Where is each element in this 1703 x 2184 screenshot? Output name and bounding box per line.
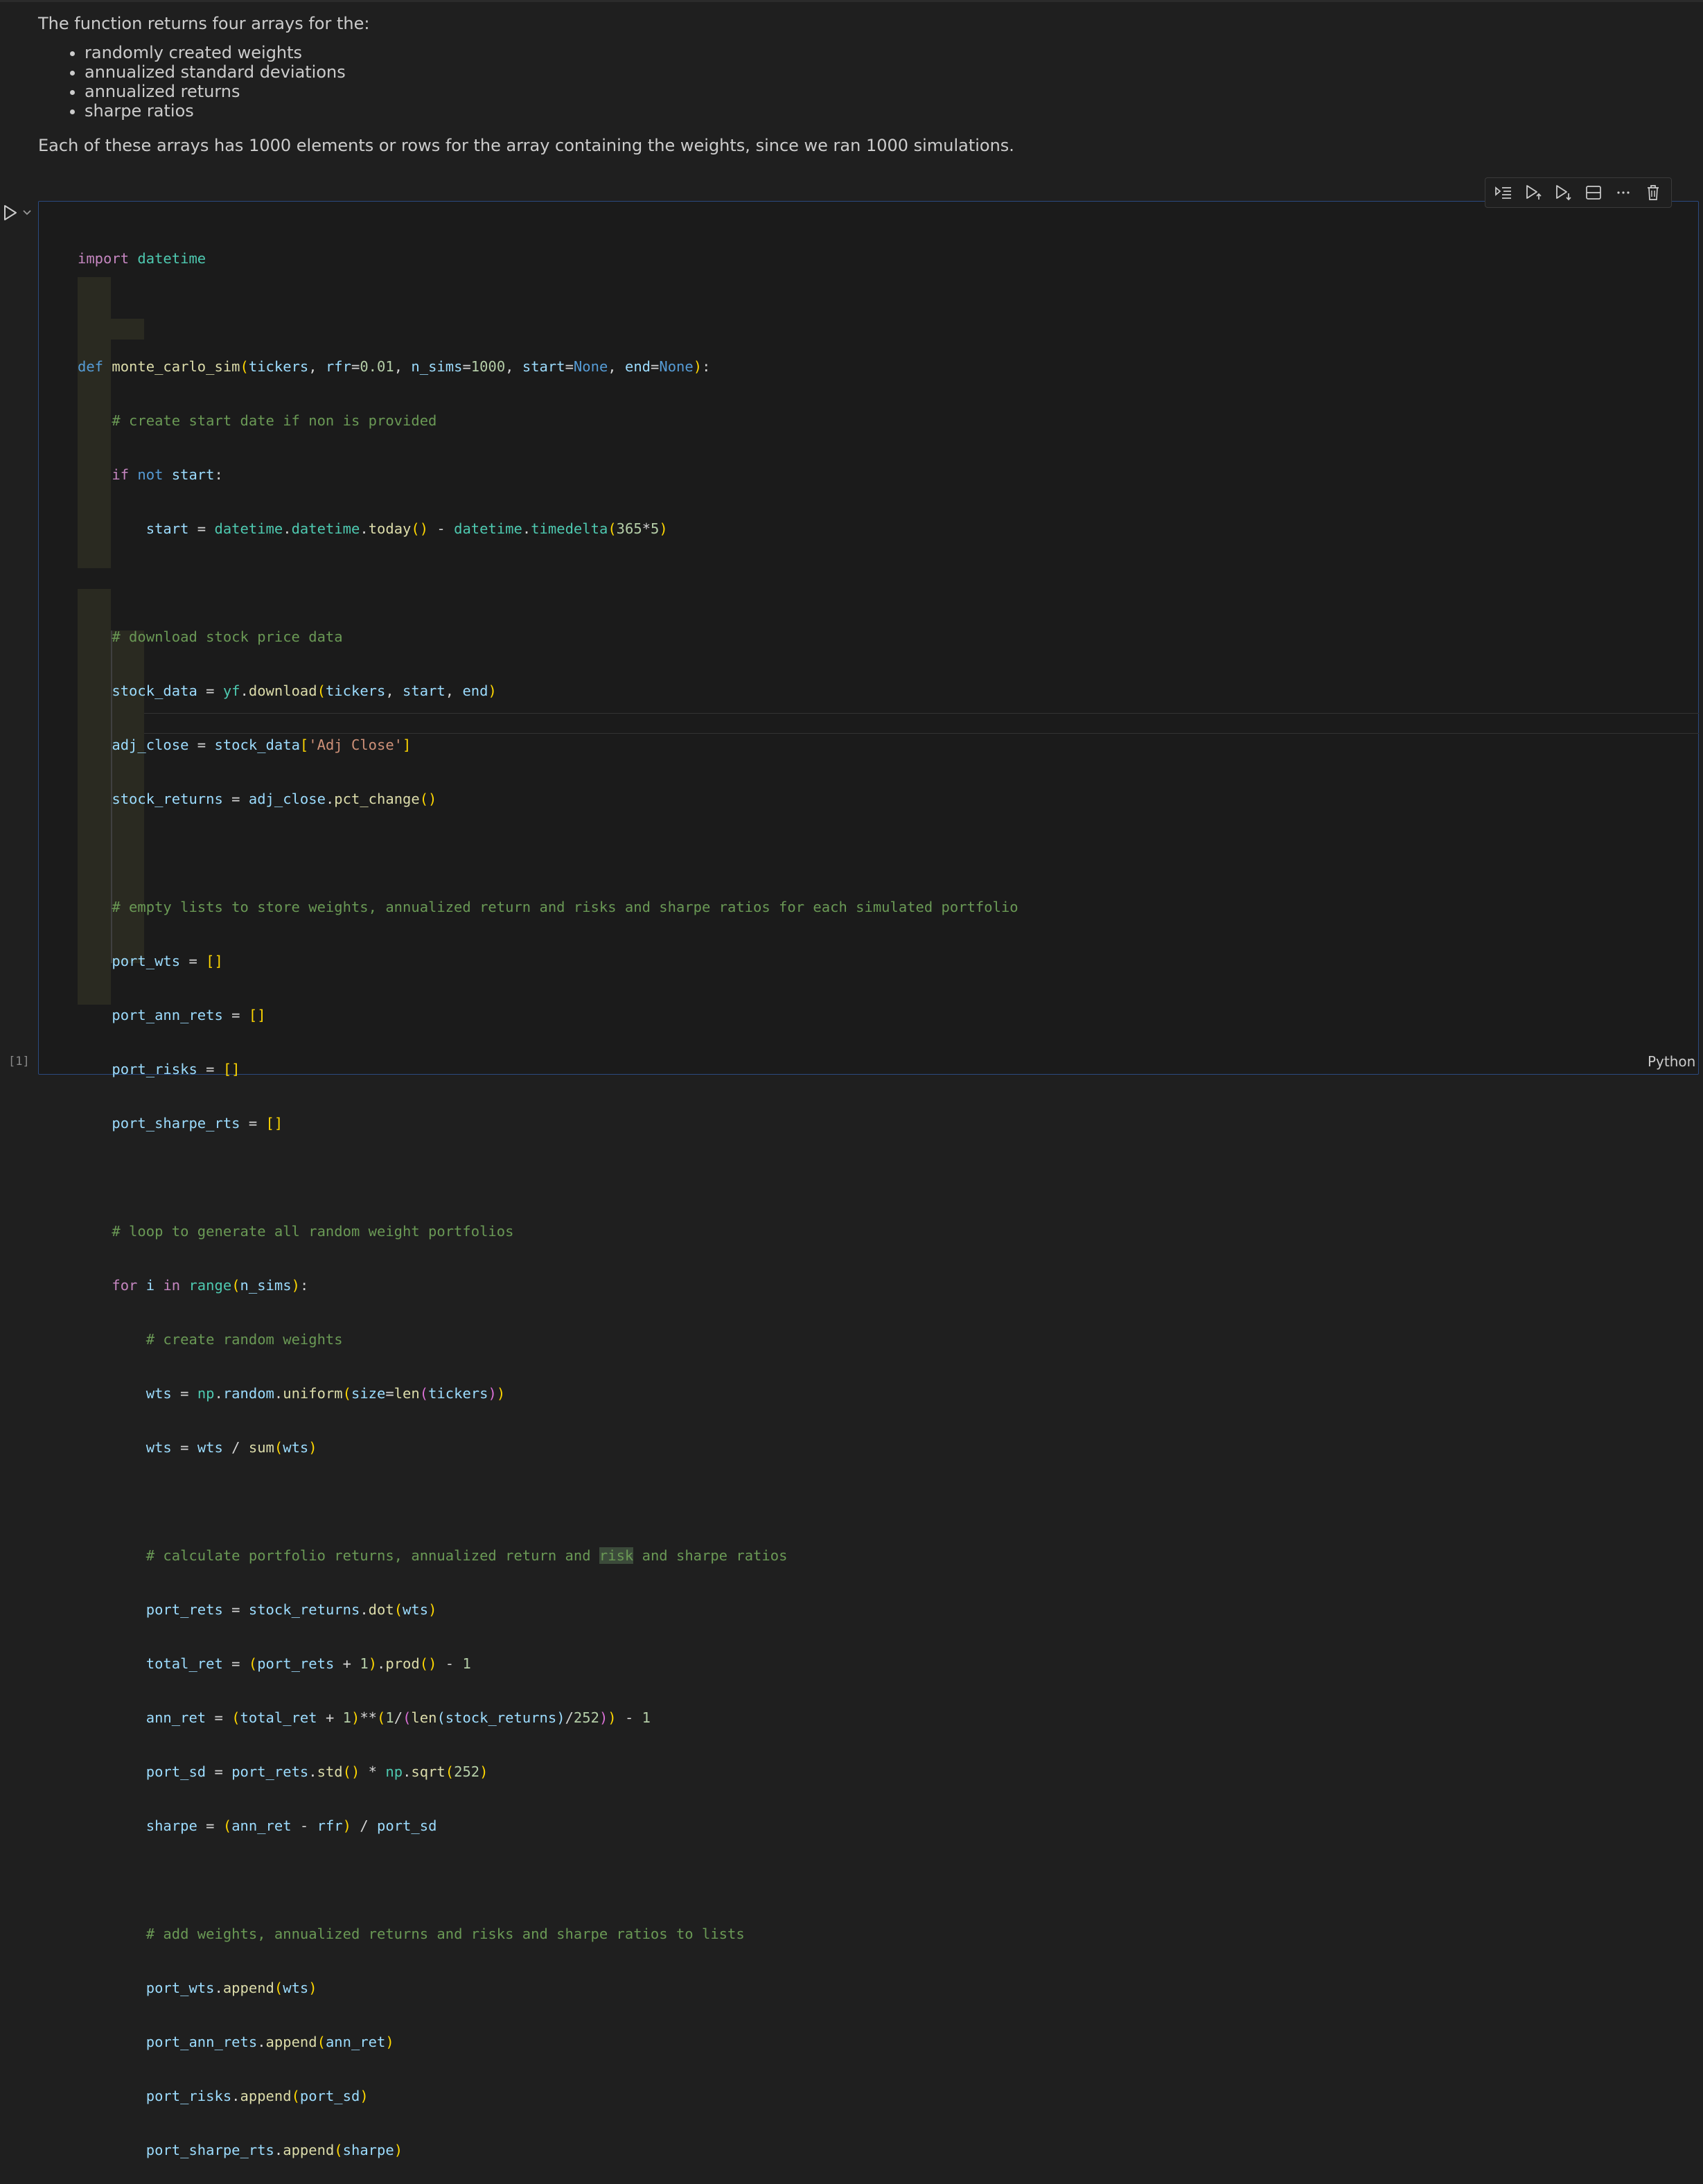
code-comment: # calculate portfolio returns, annualize… bbox=[145, 1547, 788, 1564]
code-line: # empty lists to store weights, annualiz… bbox=[78, 897, 1018, 917]
execution-count: [1] bbox=[8, 1055, 30, 1068]
execute-below-icon bbox=[1556, 185, 1571, 201]
code-line: port_sharpe_rts = [] bbox=[112, 1115, 283, 1131]
execute-below-button[interactable] bbox=[1551, 181, 1575, 204]
code-comment: # download stock price data bbox=[112, 628, 343, 645]
code-line: ann_ret = (total_ret + 1)**(1/(len(stock… bbox=[145, 1709, 651, 1726]
code-comment: # create start date if non is provided bbox=[112, 412, 437, 429]
code-line: port_sd = port_rets.std() * np.sqrt(252) bbox=[145, 1763, 488, 1780]
code-line: port_risks = [] bbox=[112, 1061, 240, 1077]
code-line: port_sharpe_rts.append(sharpe) bbox=[145, 2142, 403, 2158]
code-line: port_wts = [] bbox=[112, 953, 223, 969]
code-line: stock_data = yf.download(tickers, start,… bbox=[112, 682, 497, 699]
code-line: port_rets = stock_returns.dot(wts) bbox=[145, 1601, 437, 1618]
code-line: port_ann_rets.append(ann_ret) bbox=[145, 2034, 394, 2050]
code-line: port_ann_rets = [] bbox=[112, 1007, 266, 1023]
markdown-intro: The function returns four arrays for the… bbox=[38, 14, 370, 33]
list-item: randomly created weights bbox=[85, 43, 1632, 62]
code-line: port_risks.append(port_sd) bbox=[145, 2088, 369, 2104]
execute-above-button[interactable] bbox=[1521, 181, 1545, 204]
execute-above-icon bbox=[1526, 185, 1542, 200]
code-line: for i in range(n_sims): bbox=[112, 1277, 309, 1294]
code-line: start = datetime.datetime.today() - date… bbox=[145, 520, 668, 537]
markdown-cell: The function returns four arrays for the… bbox=[38, 10, 1632, 159]
cell-toolbar bbox=[1485, 177, 1672, 208]
list-item: sharpe ratios bbox=[85, 101, 1632, 121]
chevron-down-icon bbox=[23, 210, 31, 215]
run-by-line-icon bbox=[1494, 186, 1511, 199]
code-editor[interactable]: import datetime def monte_carlo_sim(tick… bbox=[78, 215, 1018, 2184]
code-line: # download stock price data bbox=[78, 626, 1018, 647]
language-selector[interactable]: Python bbox=[1648, 1053, 1695, 1070]
split-cell-icon bbox=[1585, 186, 1601, 200]
code-line: # add weights, annualized returns and ri… bbox=[78, 1923, 1018, 1944]
code-line: # loop to generate all random weight por… bbox=[78, 1221, 1018, 1242]
code-line: total_ret = (port_rets + 1).prod() - 1 bbox=[145, 1655, 471, 1672]
word-highlight: risk bbox=[599, 1547, 634, 1564]
markdown-bullet-list: randomly created weights annualized stan… bbox=[38, 43, 1632, 121]
code-line: # calculate portfolio returns, annualize… bbox=[78, 1545, 1018, 1566]
code-line: sharpe = (ann_ret - rfr) / port_sd bbox=[145, 1817, 437, 1834]
cell-run-controls bbox=[3, 204, 32, 222]
delete-icon bbox=[1648, 185, 1659, 200]
code-comment: # loop to generate all random weight por… bbox=[112, 1223, 514, 1240]
list-item: annualized returns bbox=[85, 82, 1632, 101]
run-by-line-button[interactable] bbox=[1492, 181, 1515, 204]
code-line: wts = wts / sum(wts) bbox=[145, 1439, 317, 1456]
top-border bbox=[0, 0, 1703, 2]
code-line: if not start: bbox=[112, 466, 223, 483]
code-line: adj_close = stock_data['Adj Close'] bbox=[112, 737, 412, 753]
delete-cell-button[interactable] bbox=[1641, 181, 1665, 204]
code-comment: # add weights, annualized returns and ri… bbox=[145, 1926, 745, 1942]
code-line: # create random weights bbox=[78, 1329, 1018, 1350]
code-line: port_wts.append(wts) bbox=[145, 1980, 317, 1996]
more-actions-button[interactable] bbox=[1612, 181, 1635, 204]
more-actions-icon bbox=[1617, 191, 1630, 194]
code-line: import datetime bbox=[78, 250, 206, 267]
code-line: # create start date if non is provided bbox=[78, 410, 1018, 431]
code-line: def monte_carlo_sim(tickers, rfr=0.01, n… bbox=[78, 358, 711, 375]
split-cell-button[interactable] bbox=[1582, 181, 1605, 204]
code-line: wts = np.random.uniform(size=len(tickers… bbox=[145, 1385, 506, 1402]
code-comment: # create random weights bbox=[145, 1331, 343, 1348]
code-comment: # empty lists to store weights, annualiz… bbox=[112, 899, 1018, 915]
run-options-dropdown[interactable] bbox=[22, 209, 32, 216]
play-icon bbox=[4, 205, 17, 220]
run-cell-button[interactable] bbox=[3, 204, 18, 222]
markdown-summary: Each of these arrays has 1000 elements o… bbox=[38, 136, 1014, 155]
code-line: stock_returns = adj_close.pct_change() bbox=[112, 791, 437, 807]
list-item: annualized standard deviations bbox=[85, 62, 1632, 82]
